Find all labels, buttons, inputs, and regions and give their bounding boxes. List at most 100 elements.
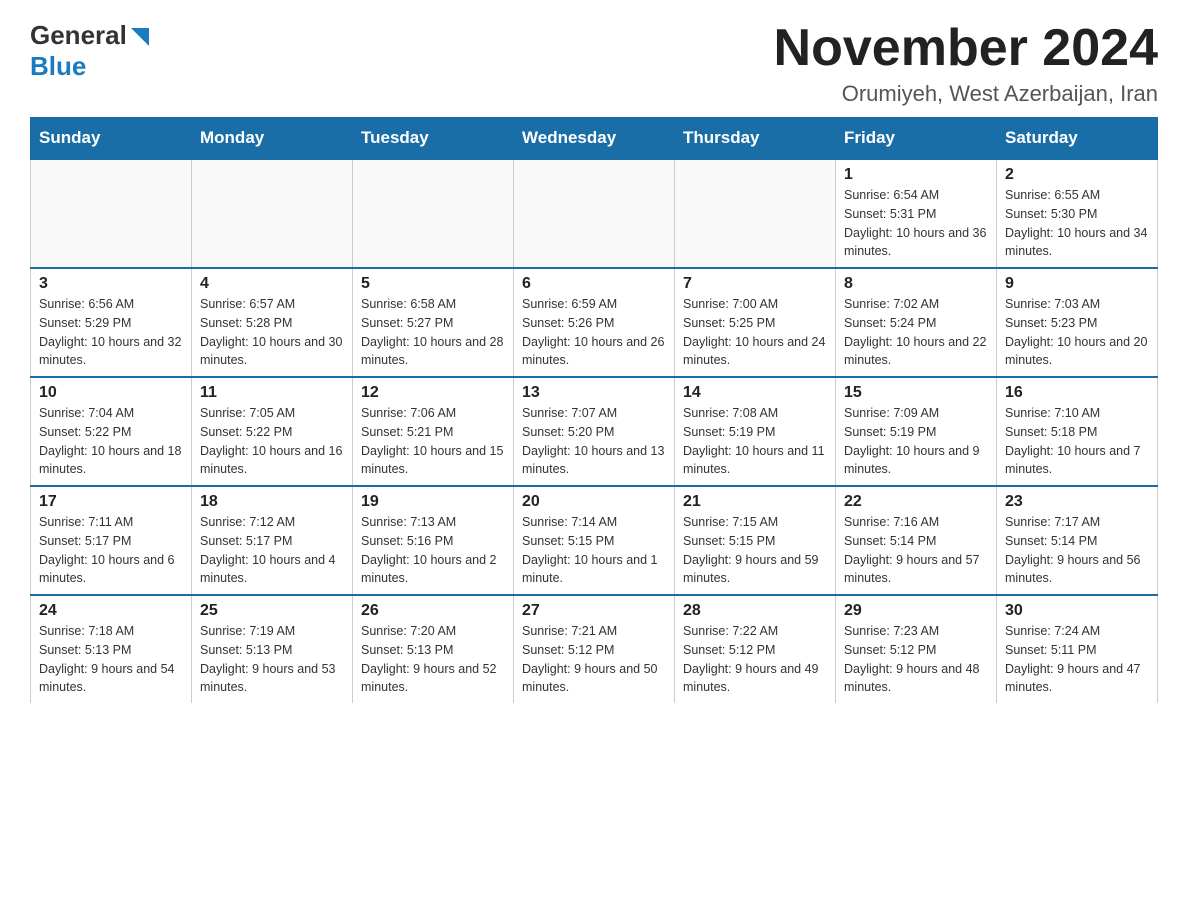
day-info: Sunrise: 7:13 AMSunset: 5:16 PMDaylight:… — [361, 513, 505, 588]
day-number: 14 — [683, 384, 827, 402]
day-number: 28 — [683, 602, 827, 620]
table-row: 4 Sunrise: 6:57 AMSunset: 5:28 PMDaylight… — [192, 268, 353, 377]
day-info: Sunrise: 7:23 AMSunset: 5:12 PMDaylight:… — [844, 622, 988, 697]
table-row: 26Sunrise: 7:20 AMSunset: 5:13 PMDayligh… — [353, 595, 514, 703]
table-row: 7 Sunrise: 7:00 AMSunset: 5:25 PMDaylight… — [675, 268, 836, 377]
table-row: 25 Sunrise: 7:19 AMSunset: 5:13 PMDayligh… — [192, 595, 353, 703]
header-tuesday: Tuesday — [353, 118, 514, 160]
day-number: 20 — [522, 493, 666, 511]
day-number: 4 — [200, 275, 344, 293]
day-number: 11 — [200, 384, 344, 402]
calendar-week-row: 10 Sunrise: 7:04 AMSunset: 5:22 PMDayligh… — [31, 377, 1158, 486]
day-info: Sunrise: 6:58 AMSunset: 5:27 PMDaylight:… — [361, 295, 505, 370]
table-row: 29 Sunrise: 7:23 AMSunset: 5:12 PMDayligh… — [836, 595, 997, 703]
day-number: 17 — [39, 493, 183, 511]
day-info: Sunrise: 7:18 AMSunset: 5:13 PMDaylight:… — [39, 622, 183, 697]
table-row: 30 Sunrise: 7:24 AMSunset: 5:11 PMDayligh… — [997, 595, 1158, 703]
day-number: 13 — [522, 384, 666, 402]
page-header: General Blue November 2024 Orumiyeh, Wes… — [30, 20, 1158, 107]
day-number: 26 — [361, 602, 505, 620]
day-info: Sunrise: 7:12 AMSunset: 5:17 PMDaylight:… — [200, 513, 344, 588]
day-number: 2 — [1005, 166, 1149, 184]
table-row: 12Sunrise: 7:06 AMSunset: 5:21 PMDayligh… — [353, 377, 514, 486]
calendar-header-row: Sunday Monday Tuesday Wednesday Thursday… — [31, 118, 1158, 160]
table-row — [514, 159, 675, 268]
table-row — [192, 159, 353, 268]
day-info: Sunrise: 7:22 AMSunset: 5:12 PMDaylight:… — [683, 622, 827, 697]
table-row: 22 Sunrise: 7:16 AMSunset: 5:14 PMDayligh… — [836, 486, 997, 595]
table-row: 19 Sunrise: 7:13 AMSunset: 5:16 PMDayligh… — [353, 486, 514, 595]
day-info: Sunrise: 7:00 AMSunset: 5:25 PMDaylight:… — [683, 295, 827, 370]
day-number: 25 — [200, 602, 344, 620]
month-title: November 2024 — [774, 20, 1158, 77]
table-row: 6 Sunrise: 6:59 AMSunset: 5:26 PMDaylight… — [514, 268, 675, 377]
day-info: Sunrise: 7:08 AMSunset: 5:19 PMDaylight:… — [683, 404, 827, 479]
calendar-week-row: 24 Sunrise: 7:18 AMSunset: 5:13 PMDayligh… — [31, 595, 1158, 703]
table-row: 1 Sunrise: 6:54 AMSunset: 5:31 PMDaylight… — [836, 159, 997, 268]
day-number: 22 — [844, 493, 988, 511]
day-number: 7 — [683, 275, 827, 293]
table-row: 23 Sunrise: 7:17 AMSunset: 5:14 PMDayligh… — [997, 486, 1158, 595]
day-number: 30 — [1005, 602, 1149, 620]
day-number: 16 — [1005, 384, 1149, 402]
day-info: Sunrise: 6:54 AMSunset: 5:31 PMDaylight:… — [844, 186, 988, 261]
header-sunday: Sunday — [31, 118, 192, 160]
day-number: 6 — [522, 275, 666, 293]
table-row: 11 Sunrise: 7:05 AMSunset: 5:22 PMDayligh… — [192, 377, 353, 486]
header-monday: Monday — [192, 118, 353, 160]
logo-triangle-icon — [129, 26, 151, 48]
day-info: Sunrise: 7:24 AMSunset: 5:11 PMDaylight:… — [1005, 622, 1149, 697]
table-row: 2 Sunrise: 6:55 AMSunset: 5:30 PMDaylight… — [997, 159, 1158, 268]
day-info: Sunrise: 7:16 AMSunset: 5:14 PMDaylight:… — [844, 513, 988, 588]
table-row: 20 Sunrise: 7:14 AMSunset: 5:15 PMDayligh… — [514, 486, 675, 595]
table-row: 9Sunrise: 7:03 AMSunset: 5:23 PMDaylight… — [997, 268, 1158, 377]
day-number: 12 — [361, 384, 505, 402]
day-number: 8 — [844, 275, 988, 293]
day-number: 5 — [361, 275, 505, 293]
day-info: Sunrise: 7:03 AMSunset: 5:23 PMDaylight:… — [1005, 295, 1149, 370]
table-row: 14 Sunrise: 7:08 AMSunset: 5:19 PMDayligh… — [675, 377, 836, 486]
day-info: Sunrise: 7:04 AMSunset: 5:22 PMDaylight:… — [39, 404, 183, 479]
day-number: 23 — [1005, 493, 1149, 511]
day-info: Sunrise: 7:09 AMSunset: 5:19 PMDaylight:… — [844, 404, 988, 479]
table-row: 18 Sunrise: 7:12 AMSunset: 5:17 PMDayligh… — [192, 486, 353, 595]
day-number: 1 — [844, 166, 988, 184]
table-row: 27Sunrise: 7:21 AMSunset: 5:12 PMDayligh… — [514, 595, 675, 703]
table-row: 8 Sunrise: 7:02 AMSunset: 5:24 PMDaylight… — [836, 268, 997, 377]
day-info: Sunrise: 6:56 AMSunset: 5:29 PMDaylight:… — [39, 295, 183, 370]
day-number: 18 — [200, 493, 344, 511]
day-info: Sunrise: 7:21 AMSunset: 5:12 PMDaylight:… — [522, 622, 666, 697]
table-row: 13Sunrise: 7:07 AMSunset: 5:20 PMDayligh… — [514, 377, 675, 486]
day-info: Sunrise: 7:14 AMSunset: 5:15 PMDaylight:… — [522, 513, 666, 588]
day-info: Sunrise: 7:05 AMSunset: 5:22 PMDaylight:… — [200, 404, 344, 479]
table-row: 16 Sunrise: 7:10 AMSunset: 5:18 PMDayligh… — [997, 377, 1158, 486]
calendar-week-row: 17Sunrise: 7:11 AMSunset: 5:17 PMDayligh… — [31, 486, 1158, 595]
day-info: Sunrise: 7:19 AMSunset: 5:13 PMDaylight:… — [200, 622, 344, 697]
table-row: 5 Sunrise: 6:58 AMSunset: 5:27 PMDaylight… — [353, 268, 514, 377]
calendar-week-row: 3 Sunrise: 6:56 AMSunset: 5:29 PMDaylight… — [31, 268, 1158, 377]
day-number: 19 — [361, 493, 505, 511]
day-number: 10 — [39, 384, 183, 402]
day-info: Sunrise: 6:59 AMSunset: 5:26 PMDaylight:… — [522, 295, 666, 370]
day-number: 29 — [844, 602, 988, 620]
day-number: 3 — [39, 275, 183, 293]
day-info: Sunrise: 7:02 AMSunset: 5:24 PMDaylight:… — [844, 295, 988, 370]
header-thursday: Thursday — [675, 118, 836, 160]
logo-general-text: General — [30, 20, 127, 51]
table-row — [31, 159, 192, 268]
day-number: 21 — [683, 493, 827, 511]
day-info: Sunrise: 7:17 AMSunset: 5:14 PMDaylight:… — [1005, 513, 1149, 588]
day-info: Sunrise: 6:57 AMSunset: 5:28 PMDaylight:… — [200, 295, 344, 370]
header-friday: Friday — [836, 118, 997, 160]
day-number: 24 — [39, 602, 183, 620]
table-row: 15Sunrise: 7:09 AMSunset: 5:19 PMDayligh… — [836, 377, 997, 486]
table-row: 10 Sunrise: 7:04 AMSunset: 5:22 PMDayligh… — [31, 377, 192, 486]
calendar-week-row: 1 Sunrise: 6:54 AMSunset: 5:31 PMDaylight… — [31, 159, 1158, 268]
table-row — [675, 159, 836, 268]
location-subtitle: Orumiyeh, West Azerbaijan, Iran — [774, 81, 1158, 107]
header-saturday: Saturday — [997, 118, 1158, 160]
day-info: Sunrise: 7:10 AMSunset: 5:18 PMDaylight:… — [1005, 404, 1149, 479]
day-info: Sunrise: 6:55 AMSunset: 5:30 PMDaylight:… — [1005, 186, 1149, 261]
table-row — [353, 159, 514, 268]
title-block: November 2024 Orumiyeh, West Azerbaijan,… — [774, 20, 1158, 107]
